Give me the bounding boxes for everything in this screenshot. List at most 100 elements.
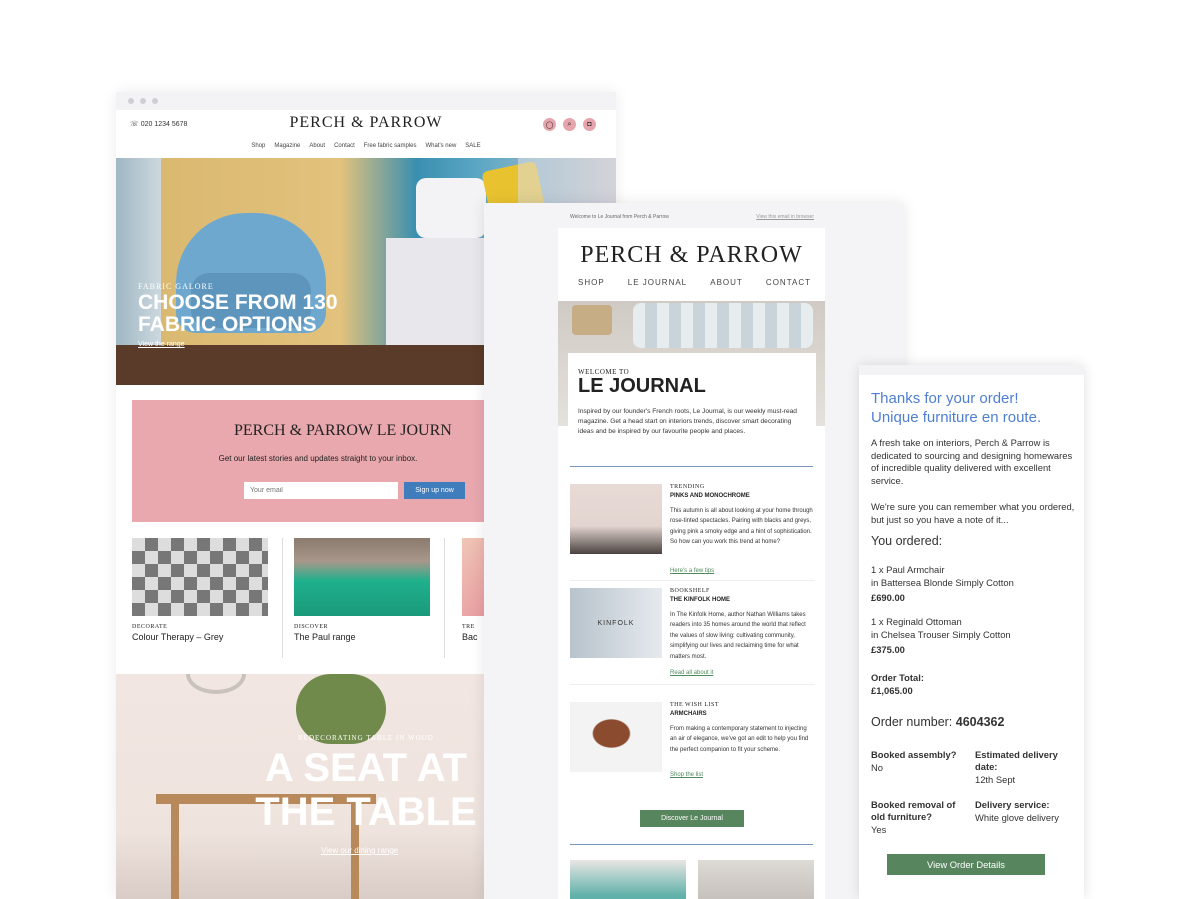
banner-headline-line1: A SEAT AT: [264, 746, 468, 790]
email-body: PERCH & PARROW SHOP LE JOURNAL ABOUT CON…: [558, 228, 825, 899]
delivery-date-value: 12th Sept: [975, 774, 1016, 785]
site-nav: Shop Magazine About Contact Free fabric …: [116, 140, 616, 158]
item-title: THE KINFOLK HOME: [670, 597, 730, 603]
banner-headline: A SEAT AT THE TABLE: [251, 746, 481, 834]
order-number-value: 4604362: [955, 715, 1005, 729]
order-total: £1,065.00: [871, 685, 913, 696]
welcome-block: WELCOME TO LE JOURNAL Inspired by our fo…: [568, 353, 816, 458]
email-nav-about[interactable]: ABOUT: [710, 278, 743, 287]
card-title: Colour Therapy – Grey: [132, 632, 224, 642]
banner-kicker: REDECORATING TABLE IN WOOD: [298, 734, 434, 742]
email-topbar: [859, 365, 1084, 375]
site-header: ☏ 020 1234 5678 PERCH & PARROW ◯ ⌕ ◘: [116, 110, 616, 140]
email-logo[interactable]: PERCH & PARROW: [558, 242, 825, 269]
hero-kicker: FABRIC GALORE: [138, 282, 214, 291]
item-divider: [570, 684, 815, 685]
email-nav-shop[interactable]: SHOP: [578, 278, 605, 287]
order-confirmation-email: Thanks for your order! Unique furniture e…: [859, 365, 1084, 899]
card-image: [294, 538, 430, 616]
item-image[interactable]: [570, 484, 662, 554]
section-divider: [570, 466, 813, 467]
item-image[interactable]: [570, 702, 662, 772]
banner-link[interactable]: View our dining range: [321, 846, 398, 855]
order-intro: A fresh take on interiors, Perch & Parro…: [871, 437, 1073, 486]
nav-sale[interactable]: SALE: [465, 143, 480, 158]
card-title: The Paul range: [294, 632, 356, 642]
signup-message: Get our latest stories and updates strai…: [218, 454, 418, 463]
card-tag: DISCOVER: [294, 624, 329, 630]
discover-journal-button[interactable]: Discover Le Journal: [640, 810, 744, 827]
journal-logo: PERCH & PARROW LE JOURN: [234, 422, 452, 439]
nav-shop[interactable]: Shop: [251, 143, 265, 158]
table-thumbnail[interactable]: [698, 860, 814, 899]
card-divider: [282, 538, 283, 658]
hero-link[interactable]: View the range: [138, 341, 185, 348]
item-kicker: THE WISH LIST: [670, 702, 720, 708]
email-nav-contact[interactable]: CONTACT: [766, 278, 811, 287]
item-title: PINKS AND MONOCHROME: [670, 493, 750, 499]
assembly-value: No: [871, 762, 883, 773]
article-card[interactable]: DISCOVER The Paul range: [294, 538, 445, 664]
sign-up-button[interactable]: Sign up now: [404, 482, 465, 499]
email-field[interactable]: [244, 482, 398, 499]
order-number-label: Order number:: [871, 715, 953, 729]
article-card[interactable]: DECORATE Colour Therapy – Grey: [132, 538, 283, 664]
nav-magazine[interactable]: Magazine: [274, 143, 300, 158]
order-item-price: £375.00: [871, 644, 905, 655]
nav-about[interactable]: About: [309, 143, 325, 158]
email-nav: SHOP LE JOURNAL ABOUT CONTACT: [578, 278, 811, 287]
order-total-label: Order Total:: [871, 672, 924, 683]
card-divider: [444, 538, 445, 658]
order-item-price: £690.00: [871, 592, 905, 603]
nav-whats-new[interactable]: What's new: [425, 143, 456, 158]
delivery-service-label: Delivery service:: [975, 799, 1050, 810]
card-image: [132, 538, 268, 616]
hero-headline-line1: CHOOSE FROM 130: [138, 291, 338, 314]
banner-headline-line2: THE TABLE: [255, 790, 477, 834]
item-link[interactable]: Shop the list: [670, 772, 703, 778]
header-icons: ◯ ⌕ ◘: [543, 118, 596, 131]
item-text: From making a contemporary statement to …: [670, 726, 809, 753]
item-link[interactable]: Here's a few tips: [670, 568, 714, 574]
account-icon[interactable]: ◯: [543, 118, 556, 131]
item-divider: [570, 580, 815, 581]
you-ordered-label: You ordered:: [871, 534, 943, 548]
item-kicker: BOOKSHELF: [670, 588, 710, 594]
pillow-image: [416, 178, 486, 238]
basket-icon[interactable]: ◘: [583, 118, 596, 131]
search-icon[interactable]: ⌕: [563, 118, 576, 131]
removal-value: Yes: [871, 824, 887, 835]
order-heading: Thanks for your order! Unique furniture e…: [871, 389, 1071, 427]
order-item-name: 1 x Paul Armchair: [871, 564, 945, 575]
journal-email: Welcome to Le Journal from Perch & Parro…: [484, 203, 904, 899]
sofa-image: [633, 303, 813, 348]
newsletter-signup: PERCH & PARROW LE JOURN Get our latest s…: [132, 400, 492, 522]
welcome-text: Inspired by our founder's French roots, …: [578, 408, 797, 435]
window-dot: [152, 98, 158, 104]
item-image[interactable]: KINFOLK: [570, 588, 662, 658]
order-item-name: 1 x Reginald Ottoman: [871, 616, 962, 627]
site-logo[interactable]: PERCH & PARROW: [116, 114, 616, 132]
card-tag: DECORATE: [132, 624, 168, 630]
section-divider: [570, 844, 813, 845]
item-text: In The Kinfolk Home, author Nathan Willi…: [670, 612, 806, 660]
mirror-image: [186, 674, 246, 694]
view-order-details-button[interactable]: View Order Details: [887, 854, 1045, 875]
window-dot: [128, 98, 134, 104]
window-dot: [140, 98, 146, 104]
order-item-variant: in Chelsea Trouser Simply Cotton: [871, 629, 1011, 640]
delivery-date-label: Estimated delivery date:: [975, 749, 1058, 772]
item-text: This autumn is all about looking at your…: [670, 508, 813, 546]
basket-image: [572, 305, 612, 335]
welcome-title: LE JOURNAL: [578, 375, 706, 397]
view-online-link[interactable]: View this email in browser: [756, 214, 814, 220]
delivery-service-value: White glove delivery: [975, 812, 1059, 823]
nav-contact[interactable]: Contact: [334, 143, 355, 158]
item-link[interactable]: Read all about it: [670, 670, 713, 676]
article-cards: DECORATE Colour Therapy – Grey DISCOVER …: [132, 538, 502, 664]
nav-fabric-samples[interactable]: Free fabric samples: [364, 143, 417, 158]
email-nav-journal[interactable]: LE JOURNAL: [628, 278, 687, 287]
sofa-thumbnail[interactable]: [570, 860, 686, 899]
removal-label: Booked removal of old furniture?: [871, 799, 956, 822]
order-heading-line1: Thanks for your order!: [871, 390, 1019, 407]
